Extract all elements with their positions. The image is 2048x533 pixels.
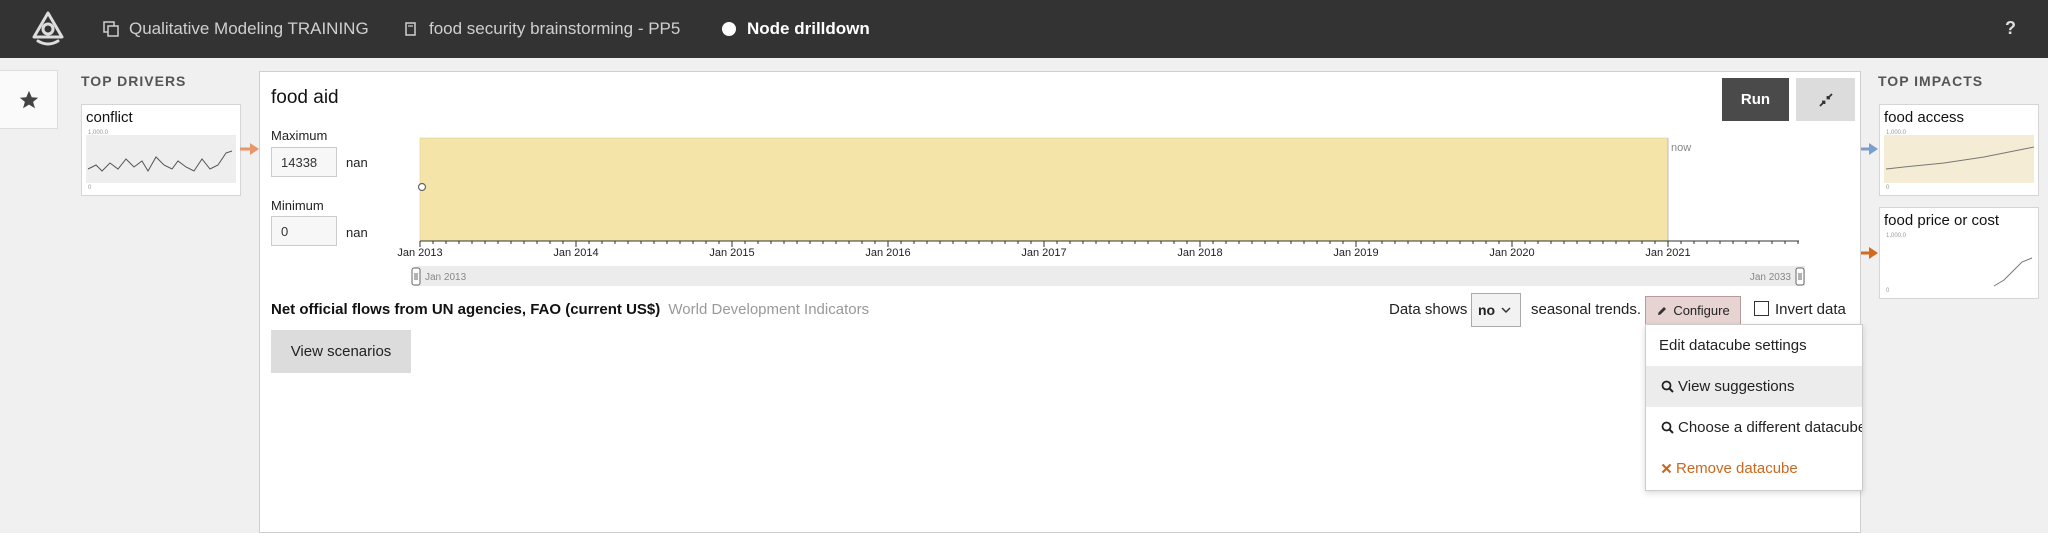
menu-item-label: Edit datacube settings (1659, 337, 1807, 354)
menu-item-view-suggestions[interactable]: View suggestions (1646, 366, 1862, 407)
impact-arrow-icon (1859, 143, 1878, 155)
x-tick-label: Jan 2020 (1489, 247, 1534, 259)
maximum-input[interactable]: 14338 (271, 147, 337, 177)
seasonal-select[interactable]: no (1471, 293, 1521, 327)
app-logo-icon[interactable] (28, 9, 68, 49)
copy-icon (103, 21, 119, 37)
impact-tick-bottom: 0 (1886, 185, 1890, 189)
driver-tick-top: 1,000.0 (88, 130, 109, 136)
x-tick-label: Jan 2021 (1645, 247, 1690, 259)
driver-sparkline: 1,000.0 0 (86, 130, 236, 189)
minimum-unit: nan (346, 225, 368, 240)
indicator-description: Net official flows from UN agencies, FAO… (271, 301, 869, 318)
driver-tick-bottom: 0 (88, 185, 92, 189)
impact-tick-top: 1,000.0 (1886, 233, 1907, 239)
timeseries-chart[interactable]: now Jan 2013 Jan 2014 Jan 2015 Jan 2016 … (395, 134, 1835, 294)
brush-handle-right[interactable] (1795, 267, 1805, 286)
search-icon (1661, 421, 1674, 434)
compress-icon (1818, 92, 1833, 107)
indicator-name: Net official flows from UN agencies, FAO… (271, 301, 661, 318)
top-impacts-title: TOP IMPACTS (1878, 73, 1984, 89)
run-button[interactable]: Run (1722, 78, 1789, 121)
breadcrumb-current: Node drilldown (721, 0, 870, 58)
x-tick-label: Jan 2018 (1177, 247, 1222, 259)
node-circle-icon (721, 21, 737, 37)
impact-card[interactable]: food access 1,000.0 0 (1879, 104, 2039, 196)
historical-data-band (419, 137, 1669, 242)
menu-item-label: Choose a different datacube (1678, 419, 1863, 436)
minimum-input[interactable]: 0 (271, 216, 337, 246)
x-tick-label: Jan 2016 (865, 247, 910, 259)
book-icon (403, 21, 419, 37)
brush-end-label: Jan 2033 (1750, 272, 1792, 283)
breadcrumb-project[interactable]: Qualitative Modeling TRAINING (103, 0, 369, 58)
invert-data-checkbox[interactable] (1754, 301, 1769, 316)
impact-sparkline: 1,000.0 0 (1884, 130, 2034, 189)
pencil-icon (1658, 306, 1667, 315)
impact-card[interactable]: food price or cost 1,000.0 0 (1879, 207, 2039, 299)
data-point (417, 182, 427, 192)
minimum-label: Minimum (271, 198, 324, 213)
node-drilldown-panel: food aid Run Maximum 14338 nan Minimum 0… (259, 71, 1863, 533)
panel-title: food aid (271, 87, 339, 108)
configure-dropdown-menu: Edit datacube settings View suggestions … (1645, 324, 1863, 491)
x-tick-label: Jan 2017 (1021, 247, 1066, 259)
x-tick-label: Jan 2015 (709, 247, 754, 259)
menu-item-label: View suggestions (1678, 378, 1795, 395)
driver-card-name: conflict (86, 109, 133, 126)
menu-item-label: Remove datacube (1676, 460, 1798, 477)
indicator-source: World Development Indicators (668, 301, 870, 318)
data-shows-label: Data shows (1389, 301, 1468, 318)
driver-card[interactable]: conflict 1,000.0 0 (81, 104, 241, 196)
breadcrumb-project-label: Qualitative Modeling TRAINING (129, 19, 369, 38)
maximum-label: Maximum (271, 128, 328, 143)
configure-label: Configure (1673, 303, 1730, 318)
chevron-down-icon (1501, 307, 1511, 314)
top-navbar: Qualitative Modeling TRAINING food secur… (0, 0, 2048, 58)
configure-button[interactable]: Configure (1645, 296, 1741, 325)
seasonal-trends-label: seasonal trends. (1531, 301, 1642, 318)
x-tick-label: Jan 2019 (1333, 247, 1378, 259)
range-brush-track[interactable] (415, 266, 1805, 286)
close-icon (1661, 463, 1672, 474)
impact-sparkline: 1,000.0 0 (1886, 233, 2033, 292)
brush-handle-left[interactable] (411, 267, 421, 286)
collapse-button[interactable] (1796, 78, 1855, 121)
seasonal-select-value: no (1478, 302, 1496, 318)
menu-item-choose-datacube[interactable]: Choose a different datacube (1646, 407, 1863, 448)
impact-tick-top: 1,000.0 (1886, 130, 1907, 136)
menu-item-remove-datacube[interactable]: Remove datacube (1646, 448, 1862, 489)
search-icon (1661, 380, 1674, 393)
impact-card-name: food price or cost (1884, 212, 2000, 229)
breadcrumb-model[interactable]: food security brainstorming - PP5 (403, 0, 680, 58)
x-axis-minor-ticks (419, 241, 1799, 247)
x-tick-label: Jan 2014 (553, 247, 598, 259)
help-button[interactable]: ? (2005, 18, 2016, 39)
breadcrumb-model-label: food security brainstorming - PP5 (429, 19, 681, 38)
view-scenarios-button[interactable]: View scenarios (271, 330, 411, 373)
breadcrumb-current-label: Node drilldown (747, 19, 870, 38)
star-icon (19, 90, 38, 108)
x-tick-label: Jan 2013 (397, 247, 442, 259)
maximum-unit: nan (346, 155, 368, 170)
bookmark-tab[interactable] (0, 70, 58, 129)
driver-arrow-icon (240, 143, 259, 155)
menu-item-edit-datacube[interactable]: Edit datacube settings (1646, 325, 1862, 366)
impact-card-name: food access (1884, 109, 1965, 126)
now-label: now (1671, 142, 1691, 154)
invert-data-label: Invert data (1775, 301, 1846, 318)
brush-start-label: Jan 2013 (425, 272, 467, 283)
impact-tick-bottom: 0 (1886, 288, 1890, 292)
top-drivers-title: TOP DRIVERS (81, 73, 187, 89)
impact-arrow-icon (1859, 247, 1878, 259)
